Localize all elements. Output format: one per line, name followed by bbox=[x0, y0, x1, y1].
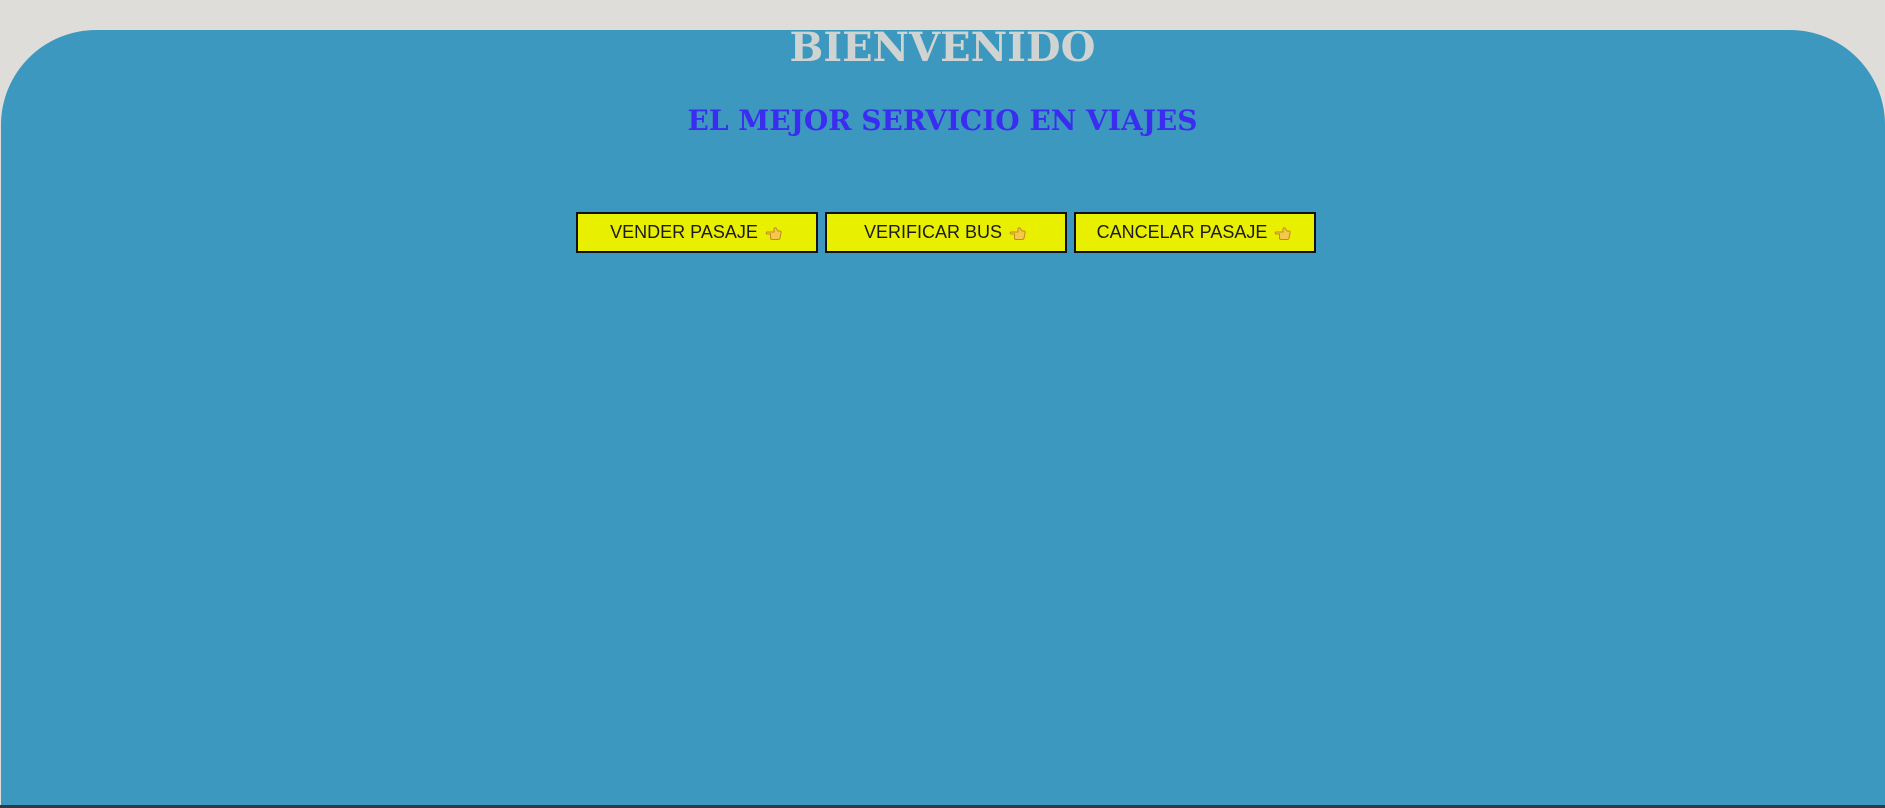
pointing-hand-icon bbox=[764, 223, 784, 243]
verificar-bus-button[interactable]: VERIFICAR BUS bbox=[825, 212, 1067, 253]
cancelar-pasaje-button[interactable]: CANCELAR PASAJE bbox=[1074, 212, 1316, 253]
vender-pasaje-label: VENDER PASAJE bbox=[610, 222, 758, 242]
page-title: BIENVENIDO bbox=[789, 24, 1096, 71]
action-buttons: VENDER PASAJE VERIFICAR BUS CANCELAR PAS… bbox=[576, 212, 1316, 253]
vender-pasaje-button[interactable]: VENDER PASAJE bbox=[576, 212, 818, 253]
main-panel bbox=[1, 30, 1885, 805]
pointing-hand-icon bbox=[1008, 223, 1028, 243]
pointing-hand-icon bbox=[1273, 223, 1293, 243]
cancelar-pasaje-label: CANCELAR PASAJE bbox=[1096, 222, 1268, 242]
verificar-bus-label: VERIFICAR BUS bbox=[863, 222, 1003, 242]
page-subtitle: EL MEJOR SERVICIO EN VIAJES bbox=[687, 104, 1198, 137]
